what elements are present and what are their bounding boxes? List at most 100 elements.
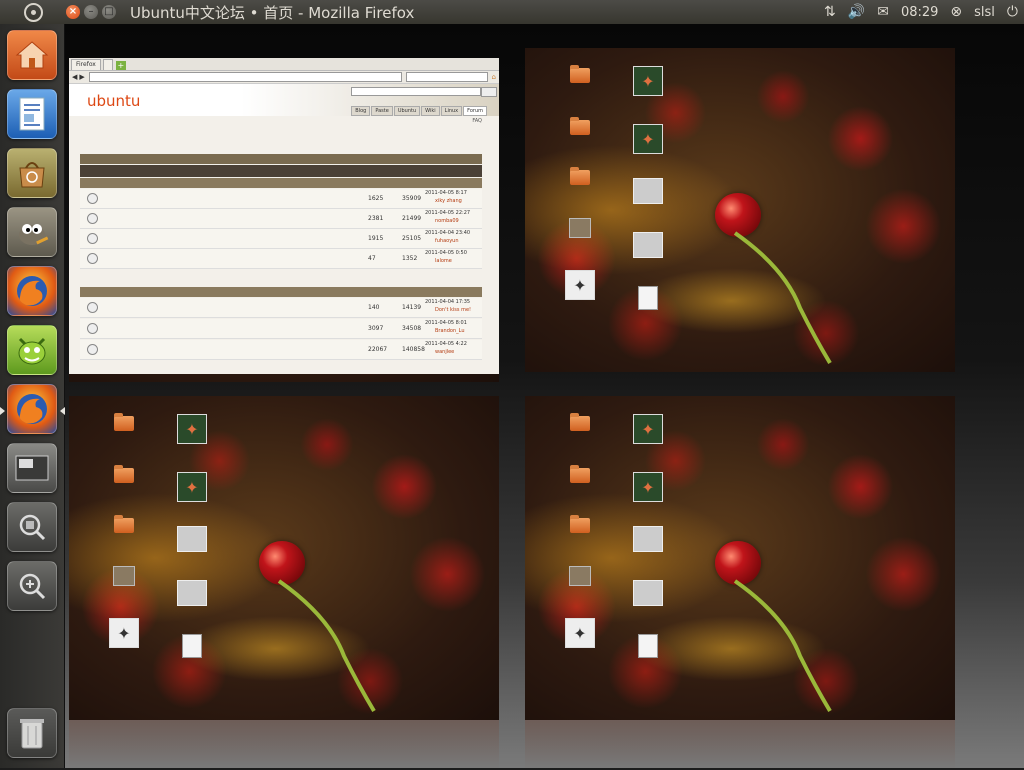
close-window-button[interactable]: × [66, 5, 80, 19]
desktop-icon[interactable] [613, 580, 683, 608]
folder-icon [570, 515, 590, 533]
tab-forum[interactable]: Forum [463, 106, 487, 116]
search-icon[interactable] [7, 502, 57, 552]
new-tab-button[interactable]: + [115, 61, 126, 70]
forum-row[interactable]: 47 1352 2011-04-05 0:50 lalome [80, 249, 482, 269]
desktop-icon[interactable]: ✦ [613, 66, 683, 98]
clock[interactable]: 08:29 [901, 5, 938, 20]
category-title[interactable] [80, 178, 482, 188]
software-center-icon[interactable] [7, 148, 57, 198]
network-icon[interactable]: ⇅ [824, 4, 836, 20]
gimp-icon[interactable] [7, 207, 57, 257]
ubuntu-logo-icon[interactable] [0, 0, 66, 24]
browser-tab-forum[interactable] [102, 59, 113, 70]
desktop-icon[interactable]: ✦ [613, 414, 683, 446]
last-post-user[interactable]: nomba09 [435, 218, 459, 224]
session-icon[interactable]: ⊗ [950, 4, 962, 20]
last-post-time: 2011-04-05 22:27 [425, 210, 471, 216]
tab-ubuntu[interactable]: Ubuntu [393, 106, 421, 116]
desktop-icon[interactable] [613, 634, 683, 660]
desktop-icon[interactable] [613, 286, 683, 312]
tab-wiki[interactable]: Wiki [421, 106, 440, 116]
browser-search-input[interactable] [405, 72, 488, 82]
topic-count: 2381 [368, 215, 384, 222]
faq-link[interactable]: FAQ [472, 118, 482, 124]
forum-row[interactable]: 3097 34508 2011-04-05 8:01 Brandon_Lu [80, 319, 482, 339]
home-icon[interactable] [7, 30, 57, 80]
empathy-icon[interactable] [7, 325, 57, 375]
desktop-icon[interactable] [545, 117, 615, 137]
last-post-user[interactable]: xiky zhang [435, 198, 462, 204]
firefox-running-icon[interactable] [7, 384, 57, 434]
home-icon[interactable]: ⌂ [492, 73, 496, 81]
volume-icon[interactable]: 🔊 [848, 4, 865, 20]
desktop-icon[interactable] [613, 526, 683, 554]
desktop-icon[interactable] [89, 515, 159, 535]
forum-search-button[interactable] [481, 87, 497, 97]
last-post-user[interactable]: Brandon_Lu [435, 328, 465, 334]
ubuntu-logo[interactable]: ubuntu [87, 92, 140, 110]
tab-blog[interactable]: Blog [351, 106, 371, 116]
last-post-user[interactable]: Don't kiss me! [435, 307, 471, 313]
browser-menu-tab[interactable]: Firefox [71, 59, 101, 70]
maximize-window-button[interactable]: □ [102, 5, 116, 19]
workspace-2[interactable]: ✦ ✦ ✦ [525, 48, 955, 372]
desktop-icon[interactable] [157, 580, 227, 608]
document-icon[interactable] [7, 89, 57, 139]
image-icon [177, 580, 207, 606]
trash-icon[interactable] [7, 708, 57, 758]
desktop-icon[interactable] [89, 413, 159, 433]
forum-row[interactable]: 2381 21499 2011-04-05 22:27 nomba09 [80, 209, 482, 229]
workspace-3[interactable]: ✦ ✦ ✦ [69, 396, 499, 720]
desktop-icon[interactable] [613, 178, 683, 206]
desktop-icon[interactable] [545, 167, 615, 187]
desktop-icon[interactable] [89, 566, 159, 588]
magnifier-plus-icon[interactable] [7, 561, 57, 611]
last-post-user[interactable]: wanjlee [435, 349, 454, 355]
workspace-1[interactable]: Firefox + ◀ ▶ ⌂ ubuntu Blog Paste Ubuntu [69, 58, 499, 382]
last-post-user[interactable]: fuhaoyun [435, 238, 459, 244]
username[interactable]: slsl [974, 5, 995, 20]
desktop-icon[interactable] [157, 634, 227, 660]
mail-icon[interactable]: ✉ [877, 4, 889, 20]
workspace-4[interactable]: ✦ ✦ ✦ [525, 396, 955, 720]
berry-stem [277, 579, 376, 713]
desktop-icon[interactable]: ✦ [545, 270, 615, 302]
forum-search-input[interactable] [351, 87, 481, 96]
desktop-icon[interactable]: ✦ [157, 472, 227, 504]
tab-linux[interactable]: Linux [440, 106, 463, 116]
forum-row[interactable]: 1915 25105 2011-04-04 23:40 fuhaoyun [80, 229, 482, 249]
desktop-icon[interactable] [545, 566, 615, 588]
forum-status-icon [87, 253, 98, 264]
topic-count: 22067 [368, 346, 388, 353]
desktop-icon[interactable] [545, 413, 615, 433]
workspace-icon[interactable] [7, 443, 57, 493]
last-post-user[interactable]: lalome [435, 258, 452, 264]
desktop-icon[interactable]: ✦ [89, 618, 159, 650]
tab-paste[interactable]: Paste [371, 106, 393, 116]
forum-row[interactable]: 22067 140858 2011-04-05 4:22 wanjlee [80, 340, 482, 360]
desktop-icon[interactable] [545, 218, 615, 240]
desktop-icon[interactable] [613, 232, 683, 260]
firefox-icon[interactable] [7, 266, 57, 316]
desktop-icon[interactable]: ✦ [613, 472, 683, 504]
url-bar[interactable] [88, 72, 402, 82]
picture-icon: ✦ [177, 472, 207, 502]
power-icon[interactable]: ⏻ [1007, 4, 1018, 20]
back-icon[interactable]: ◀ [72, 73, 77, 81]
forum-row[interactable]: 1625 35909 2011-04-05 8:17 xiky zhang [80, 189, 482, 209]
desktop-icon[interactable] [157, 526, 227, 554]
last-post-time: 2011-04-04 23:40 [425, 230, 471, 236]
firefox-window-thumbnail[interactable]: Firefox + ◀ ▶ ⌂ ubuntu Blog Paste Ubuntu [69, 58, 499, 374]
desktop-icon[interactable]: ✦ [157, 414, 227, 446]
forum-row[interactable]: 140 14139 2011-04-04 17:35 Don't kiss me… [80, 298, 482, 318]
desktop-icon[interactable] [545, 465, 615, 485]
desktop-icon[interactable]: ✦ [613, 124, 683, 156]
desktop-icon[interactable] [545, 515, 615, 535]
category-title[interactable] [80, 287, 482, 297]
desktop-icon[interactable] [545, 65, 615, 85]
desktop-icon[interactable] [89, 465, 159, 485]
minimize-window-button[interactable]: – [84, 5, 98, 19]
forward-icon[interactable]: ▶ [79, 73, 84, 81]
desktop-icon[interactable]: ✦ [545, 618, 615, 650]
